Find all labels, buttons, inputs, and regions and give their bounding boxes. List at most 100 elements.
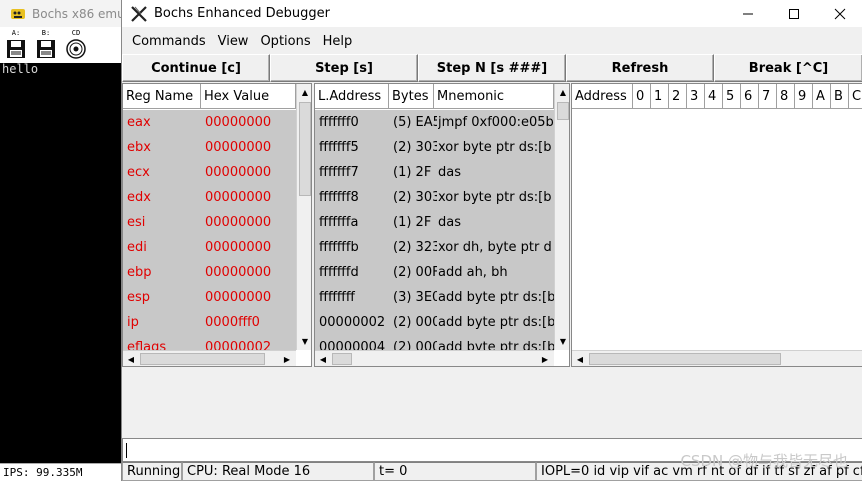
scroll-left-icon[interactable]: ◀ [315,351,331,366]
registers-hscroll[interactable]: ◀ ▶ [123,350,296,366]
emulator-toolbar: A: B: CD [0,27,130,63]
close-button[interactable] [817,0,862,27]
byte-col-header[interactable]: A [813,84,831,109]
register-value: 00000000 [205,190,272,205]
disasm-row[interactable]: fffffff0 (5) EA5 jmpf 0xf000:e05b [315,110,554,135]
floppy-a-button[interactable]: A: [2,29,30,61]
register-name: edi [127,240,147,255]
register-row[interactable]: esi 00000000 [123,210,296,235]
disasm-row[interactable]: 00000002 (2) 000 add byte ptr ds:[b [315,310,554,335]
scroll-down-icon[interactable]: ▼ [297,333,311,349]
menu-bar: Commands View Options Help [122,29,862,53]
menu-help[interactable]: Help [317,34,359,49]
menu-commands[interactable]: Commands [126,34,212,49]
register-row[interactable]: edx 00000000 [123,185,296,210]
break-button[interactable]: Break [^C] [714,54,862,82]
byte-col-header[interactable]: 9 [795,84,813,109]
disasm-row[interactable]: ffffffff (3) 3E0 add byte ptr ds:[b [315,285,554,310]
disasm-bytes: (5) EA5 [393,115,437,130]
scroll-thumb[interactable] [589,353,781,365]
minimize-icon [743,13,753,14]
disasm-mnemonic: xor byte ptr ds:[b [438,190,552,205]
byte-col-header[interactable]: 8 [777,84,795,109]
disasm-mnemonic: xor byte ptr ds:[b [438,140,552,155]
disasm-bytes: (1) 2F [393,165,432,180]
register-row[interactable]: esp 00000000 [123,285,296,310]
disasm-row[interactable]: fffffffd (2) 00F add ah, bh [315,260,554,285]
memory-panel: Address 0 1 2 3 4 5 6 7 8 9 A B C ◀ [571,83,862,367]
debugger-titlebar[interactable]: Bochs Enhanced Debugger [122,0,862,27]
scroll-down-icon[interactable]: ▼ [555,333,569,349]
disasm-bytes: (2) 000 [393,315,437,330]
disassembly-hscroll[interactable]: ◀ ▶ [315,350,554,366]
disasm-row[interactable]: 00000004 (2) 000 add byte ptr ds:[b [315,335,554,350]
disasm-address: fffffff0 [319,115,359,130]
emulator-screen[interactable]: hello [0,63,121,463]
cpu-mode: CPU: Real Mode 16 [182,462,374,481]
register-value: 00000000 [205,115,272,130]
disasm-row[interactable]: fffffff8 (2) 303 xor byte ptr ds:[b [315,185,554,210]
step-n-button[interactable]: Step N [s ###] [418,54,566,82]
register-value: 00000000 [205,140,272,155]
maximize-button[interactable] [771,0,817,27]
register-row[interactable]: edi 00000000 [123,235,296,260]
hex-value-header[interactable]: Hex Value [201,84,296,109]
scroll-up-icon[interactable]: ▲ [555,84,569,100]
byte-col-header[interactable]: 6 [741,84,759,109]
address-header[interactable]: Address [572,84,633,109]
disasm-row[interactable]: fffffffa (1) 2F das [315,210,554,235]
refresh-button[interactable]: Refresh [566,54,714,82]
register-row[interactable]: eflags 00000002 [123,335,296,350]
cdrom-button[interactable]: CD [62,29,90,61]
register-row[interactable]: ecx 00000000 [123,160,296,185]
disasm-address: fffffff7 [319,165,359,180]
scroll-thumb[interactable] [140,353,265,365]
memory-hscroll[interactable]: ◀ [572,350,862,366]
continue-button[interactable]: Continue [c] [122,54,270,82]
register-row[interactable]: ip 0000fff0 [123,310,296,335]
laddress-header[interactable]: L.Address [315,84,389,109]
cdrom-icon [66,39,86,59]
disasm-row[interactable]: fffffff7 (1) 2F das [315,160,554,185]
register-row[interactable]: ebp 00000000 [123,260,296,285]
step-button[interactable]: Step [s] [270,54,418,82]
disassembly-list: fffffff0 (5) EA5 jmpf 0xf000:e05b fffffff5… [315,110,554,350]
registers-vscroll[interactable]: ▲ ▼ [296,84,311,350]
floppy-b-button[interactable]: B: [32,29,60,61]
disasm-address: 00000004 [319,340,386,350]
scroll-thumb[interactable] [332,353,352,365]
disassembly-vscroll[interactable]: ▲ ▼ [554,84,569,350]
mnemonic-header[interactable]: Mnemonic [434,84,554,109]
register-row[interactable]: eax 00000000 [123,110,296,135]
scroll-up-icon[interactable]: ▲ [297,84,311,100]
byte-col-header[interactable]: 0 [633,84,651,109]
bytes-header[interactable]: Bytes [389,84,434,109]
register-value: 00000000 [205,215,272,230]
byte-col-header[interactable]: C [849,84,862,109]
emulator-titlebar[interactable]: Bochs x86 emul [0,0,130,27]
scroll-thumb[interactable] [299,102,311,196]
byte-col-header[interactable]: 2 [669,84,687,109]
disasm-bytes: (2) 323 [393,240,437,255]
byte-col-header[interactable]: 7 [759,84,777,109]
reg-name-header[interactable]: Reg Name [123,84,201,109]
byte-col-header[interactable]: 5 [723,84,741,109]
menu-view[interactable]: View [212,34,255,49]
byte-col-header[interactable]: 1 [651,84,669,109]
scroll-thumb[interactable] [557,102,569,120]
byte-col-header[interactable]: 3 [687,84,705,109]
scroll-left-icon[interactable]: ◀ [572,351,588,366]
register-row[interactable]: ebx 00000000 [123,135,296,160]
scroll-left-icon[interactable]: ◀ [123,351,139,366]
byte-col-header[interactable]: B [831,84,849,109]
floppy-b-label: B: [41,29,51,37]
menu-options[interactable]: Options [254,34,316,49]
minimize-button[interactable] [725,0,771,27]
disasm-row[interactable]: fffffffb (2) 323 xor dh, byte ptr d [315,235,554,260]
register-value: 00000002 [205,340,272,350]
byte-col-header[interactable]: 4 [705,84,723,109]
maximize-icon [789,8,799,19]
disasm-row[interactable]: fffffff5 (2) 303 xor byte ptr ds:[b [315,135,554,160]
scroll-right-icon[interactable]: ▶ [279,351,295,366]
scroll-right-icon[interactable]: ▶ [537,351,553,366]
